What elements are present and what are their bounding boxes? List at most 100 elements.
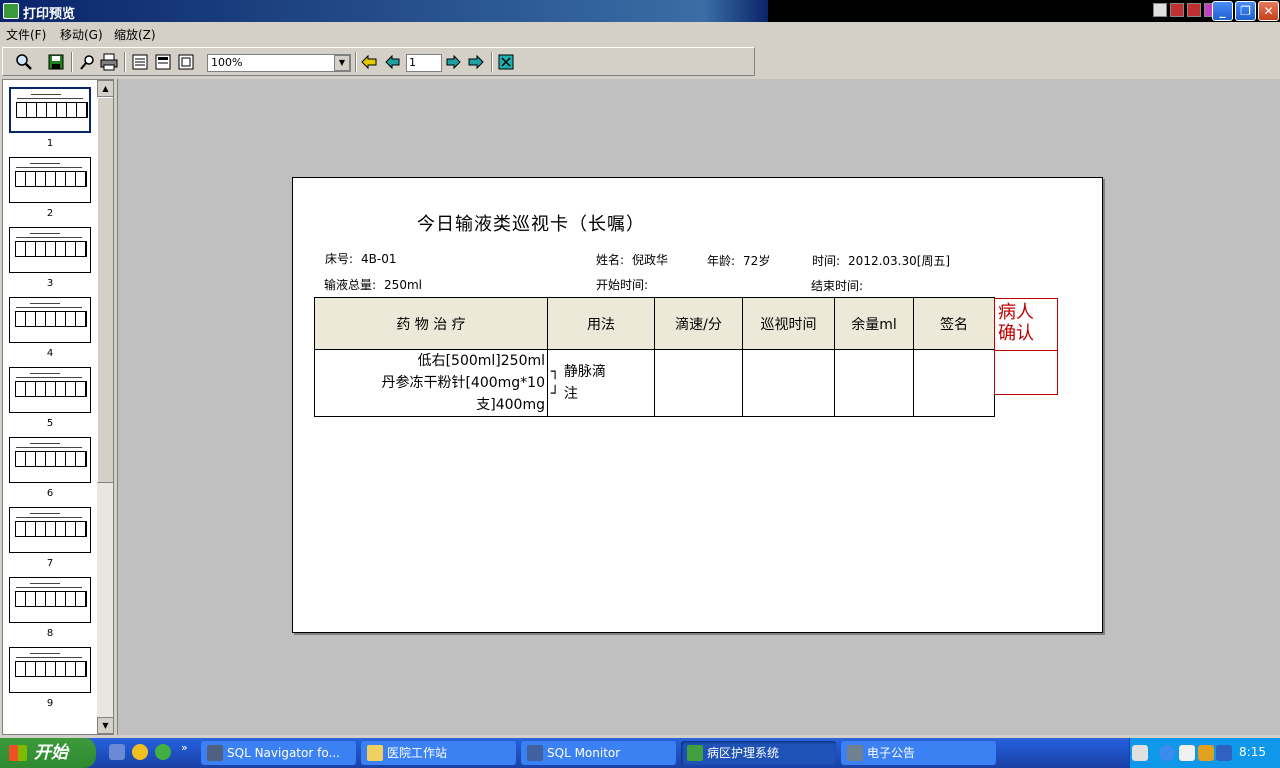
thumbnail-title-line	[30, 163, 60, 164]
thumbnail-page-number: 9	[46, 698, 54, 709]
page-thumbnail[interactable]	[9, 297, 91, 343]
page-thumbnail[interactable]	[9, 647, 91, 693]
toolbar: 100% ▼ 1	[2, 47, 755, 76]
thumbnail-table	[15, 241, 87, 257]
app-tray-icon-2[interactable]	[1187, 3, 1201, 17]
first-page-icon[interactable]	[360, 53, 378, 71]
thumbnail-table	[15, 521, 87, 537]
save-icon[interactable]	[47, 53, 65, 71]
sound-icon[interactable]	[1216, 745, 1232, 761]
task-hospital-workstation[interactable]: 医院工作站	[361, 741, 516, 765]
page-thumbnail[interactable]	[9, 507, 91, 553]
preview-area: 今日输液类巡视卡（长嘱） 床号: 4B-01 姓名: 倪政华 年龄: 72岁 时间: 2…	[117, 79, 1280, 735]
table-row: 低右[500ml]250ml 丹参冻干粉针[400mg*10支]400mg ┐ …	[314, 349, 995, 417]
minimize-icon[interactable]: _	[1212, 1, 1233, 21]
thumbnail-title-line	[30, 513, 60, 514]
signature-cell	[913, 349, 995, 417]
print-icon[interactable]	[100, 53, 118, 71]
page-thumbnail[interactable]	[9, 367, 91, 413]
thumbnail-info-line	[16, 167, 82, 168]
drug-cell: 低右[500ml]250ml 丹参冻干粉针[400mg*10支]400mg	[314, 349, 548, 417]
thumbnail-panel: 1 2 3 4 5 6 7 8 9 ▲ ▼	[2, 79, 114, 735]
chevron-down-icon[interactable]: ▼	[334, 55, 350, 71]
clock: 8:15	[1239, 745, 1266, 759]
task-sql-navigator[interactable]: SQL Navigator fo...	[201, 741, 356, 765]
last-page-icon[interactable]	[467, 53, 485, 71]
page-setup-icon[interactable]	[177, 53, 195, 71]
print-page: 今日输液类巡视卡（长嘱） 床号: 4B-01 姓名: 倪政华 年龄: 72岁 时间: 2…	[292, 177, 1103, 633]
page-number-input[interactable]: 1	[406, 54, 442, 72]
task-electronic-bulletin[interactable]: 电子公告	[841, 741, 996, 765]
page-thumbnail[interactable]	[9, 87, 91, 133]
zoom-magnifier-icon[interactable]	[15, 53, 33, 71]
task-sql-monitor[interactable]: SQL Monitor	[521, 741, 676, 765]
title-bar: 打印预览 _ ❐ ✕	[0, 0, 1280, 22]
scroll-down-icon[interactable]: ▼	[97, 717, 113, 734]
close-icon[interactable]: ✕	[1258, 1, 1279, 21]
infusion-table: 药 物 治 疗 用法 滴速/分 巡视时间 余量ml 签名 低右[500ml]25…	[314, 297, 995, 417]
browser-icon[interactable]	[155, 744, 171, 760]
scroll-up-icon[interactable]: ▲	[97, 80, 113, 97]
mail-icon[interactable]	[1153, 3, 1167, 17]
previous-page-icon[interactable]	[384, 53, 402, 71]
bed-number: 床号: 4B-01	[325, 252, 397, 266]
thumbnail-info-line	[17, 98, 83, 99]
thumbnail-title-line	[30, 303, 60, 304]
close-preview-icon[interactable]	[497, 53, 515, 71]
menu-move[interactable]: 移动(G)	[60, 26, 103, 43]
patient-confirm-header: 病人 确认	[995, 299, 1057, 351]
restore-icon[interactable]: ❐	[1235, 1, 1256, 21]
patient-age: 年龄: 72岁	[707, 254, 771, 268]
page-thumbnail[interactable]	[9, 227, 91, 273]
scroll-thumb[interactable]	[97, 97, 113, 483]
page-width-icon[interactable]	[131, 53, 149, 71]
thumbnail-title-line	[30, 443, 60, 444]
page-thumbnail[interactable]	[9, 157, 91, 203]
thumbnail-table	[15, 311, 87, 327]
app-tray-icon-1[interactable]	[1170, 3, 1184, 17]
inspection-time-cell	[742, 349, 835, 417]
patient-confirm-box: 病人 确认	[994, 298, 1058, 395]
col-usage: 用法	[547, 297, 655, 350]
start-button[interactable]: 开始	[0, 738, 96, 768]
col-signature: 签名	[913, 297, 995, 350]
quicklaunch-app-icon[interactable]	[109, 744, 125, 760]
thumbnail-table	[15, 591, 87, 607]
page-thumbnail[interactable]	[9, 437, 91, 483]
remaining-cell	[834, 349, 914, 417]
thumbnail-scrollbar[interactable]: ▲ ▼	[97, 80, 113, 734]
find-icon[interactable]	[79, 53, 97, 71]
thumbnail-table	[15, 661, 87, 677]
page-title: 今日输液类巡视卡（长嘱）	[417, 214, 645, 235]
thumbnail-info-line	[16, 237, 82, 238]
mail-tray-icon[interactable]	[1179, 745, 1195, 761]
sql-monitor-icon	[527, 745, 543, 761]
thumbnail-page-number: 8	[46, 628, 54, 639]
keyboard-icon[interactable]	[1132, 745, 1148, 761]
thumbnail-table	[15, 381, 87, 397]
menu-zoom[interactable]: 缩放(Z)	[114, 26, 156, 43]
print-date: 时间: 2012.03.30[周五]	[812, 254, 951, 268]
thumbnail-title-line	[31, 94, 61, 95]
thumbnail-page-number: 7	[46, 558, 54, 569]
thumbnail-info-line	[16, 657, 82, 658]
bulletin-icon	[847, 745, 863, 761]
thumbnail-title-line	[30, 373, 60, 374]
qq-icon[interactable]	[132, 744, 148, 760]
quicklaunch-more-icon[interactable]: »	[181, 741, 188, 754]
menu-bar: 文件(F) 移动(G) 缩放(Z)	[0, 22, 1280, 44]
thumbnail-table	[15, 171, 87, 187]
thumbnail-page-number: 2	[46, 208, 54, 219]
whole-page-icon[interactable]	[154, 53, 172, 71]
chevron-left-icon[interactable]	[1159, 745, 1175, 761]
folder-icon	[367, 745, 383, 761]
task-ward-nursing-system[interactable]: 病区护理系统	[681, 741, 836, 765]
page-thumbnail[interactable]	[9, 577, 91, 623]
next-page-icon[interactable]	[444, 53, 462, 71]
col-inspection-time: 巡视时间	[742, 297, 835, 350]
zoom-select[interactable]: 100% ▼	[207, 54, 351, 72]
thumbnail-title-line	[30, 583, 60, 584]
menu-file[interactable]: 文件(F)	[6, 26, 46, 43]
thumbnail-info-line	[16, 517, 82, 518]
qq-tray-icon[interactable]	[1198, 745, 1214, 761]
